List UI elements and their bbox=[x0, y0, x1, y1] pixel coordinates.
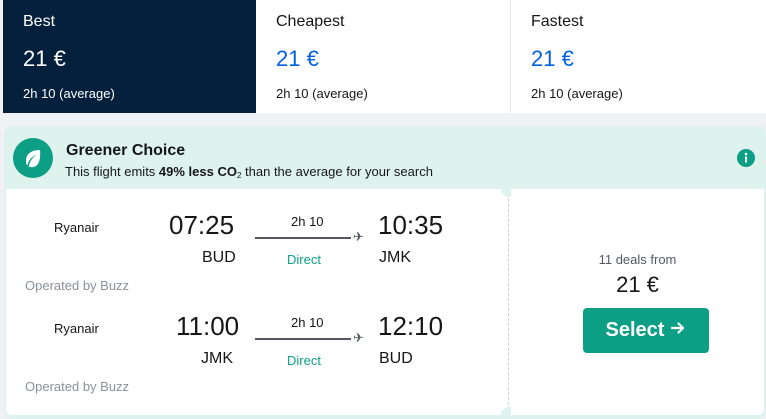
sort-tabs: Best 21 € 2h 10 (average) Cheapest 21 € … bbox=[3, 0, 766, 113]
arrival-airport: JMK bbox=[379, 249, 411, 266]
tab-cheapest[interactable]: Cheapest 21 € 2h 10 (average) bbox=[256, 0, 511, 113]
arrival-time: 10:35 bbox=[378, 210, 444, 240]
tab-best-duration: 2h 10 (average) bbox=[23, 86, 115, 101]
flight-result-card[interactable]: Greener Choice This flight emits 49% les… bbox=[4, 126, 766, 419]
route-line bbox=[255, 338, 351, 340]
airplane-icon: ✈ bbox=[353, 229, 364, 244]
tab-best-label: Best bbox=[23, 13, 56, 30]
price-panel: 11 deals from 21 € Select bbox=[511, 189, 764, 415]
airplane-icon: ✈ bbox=[353, 330, 364, 345]
deals-count: 11 deals from bbox=[598, 252, 677, 267]
arrival-airport: BUD bbox=[379, 350, 413, 367]
stops-label: Direct bbox=[287, 353, 321, 368]
departure-airport: BUD bbox=[202, 249, 236, 266]
departure-airport: JMK bbox=[201, 350, 233, 367]
tab-cheapest-price: 21 € bbox=[276, 46, 319, 71]
airline-name: Ryanair bbox=[54, 220, 99, 235]
tab-cheapest-label: Cheapest bbox=[276, 13, 345, 30]
tab-cheapest-duration: 2h 10 (average) bbox=[276, 86, 368, 101]
tab-fastest-price: 21 € bbox=[531, 46, 574, 71]
route-line bbox=[255, 237, 351, 239]
flight-legs: Ryanair 07:25 BUD 2h 10 ✈ Direct 10:35 J… bbox=[6, 189, 508, 415]
operated-by: Operated by Buzz bbox=[25, 278, 130, 293]
select-button-label: Select bbox=[605, 319, 665, 341]
greener-choice-title: Greener Choice bbox=[66, 142, 186, 159]
departure-time: 07:25 bbox=[169, 210, 235, 240]
arrival-time: 12:10 bbox=[378, 311, 444, 341]
tab-fastest-label: Fastest bbox=[531, 13, 584, 30]
tab-best-price: 21 € bbox=[23, 46, 66, 71]
greener-desc-prefix: This flight emits bbox=[65, 164, 159, 179]
select-button[interactable]: Select bbox=[583, 308, 709, 353]
stops-label: Direct bbox=[287, 252, 321, 267]
greener-desc-suffix: than the average for your search bbox=[241, 164, 433, 179]
deal-price: 21 € bbox=[616, 272, 659, 297]
tab-fastest[interactable]: Fastest 21 € 2h 10 (average) bbox=[511, 0, 766, 113]
departure-time: 11:00 bbox=[176, 311, 240, 341]
greener-desc-emphasis: 49% less CO bbox=[158, 164, 237, 179]
tab-best[interactable]: Best 21 € 2h 10 (average) bbox=[3, 0, 256, 113]
tab-fastest-duration: 2h 10 (average) bbox=[531, 86, 623, 101]
flight-duration: 2h 10 bbox=[291, 315, 324, 330]
leaf-icon bbox=[13, 138, 53, 178]
flight-duration: 2h 10 bbox=[291, 214, 324, 229]
airline-name: Ryanair bbox=[54, 321, 99, 336]
greener-choice-description: This flight emits 49% less CO2 than the … bbox=[65, 164, 433, 184]
info-icon[interactable] bbox=[737, 149, 755, 167]
operated-by: Operated by Buzz bbox=[25, 379, 130, 394]
arrow-right-icon bbox=[670, 319, 686, 342]
